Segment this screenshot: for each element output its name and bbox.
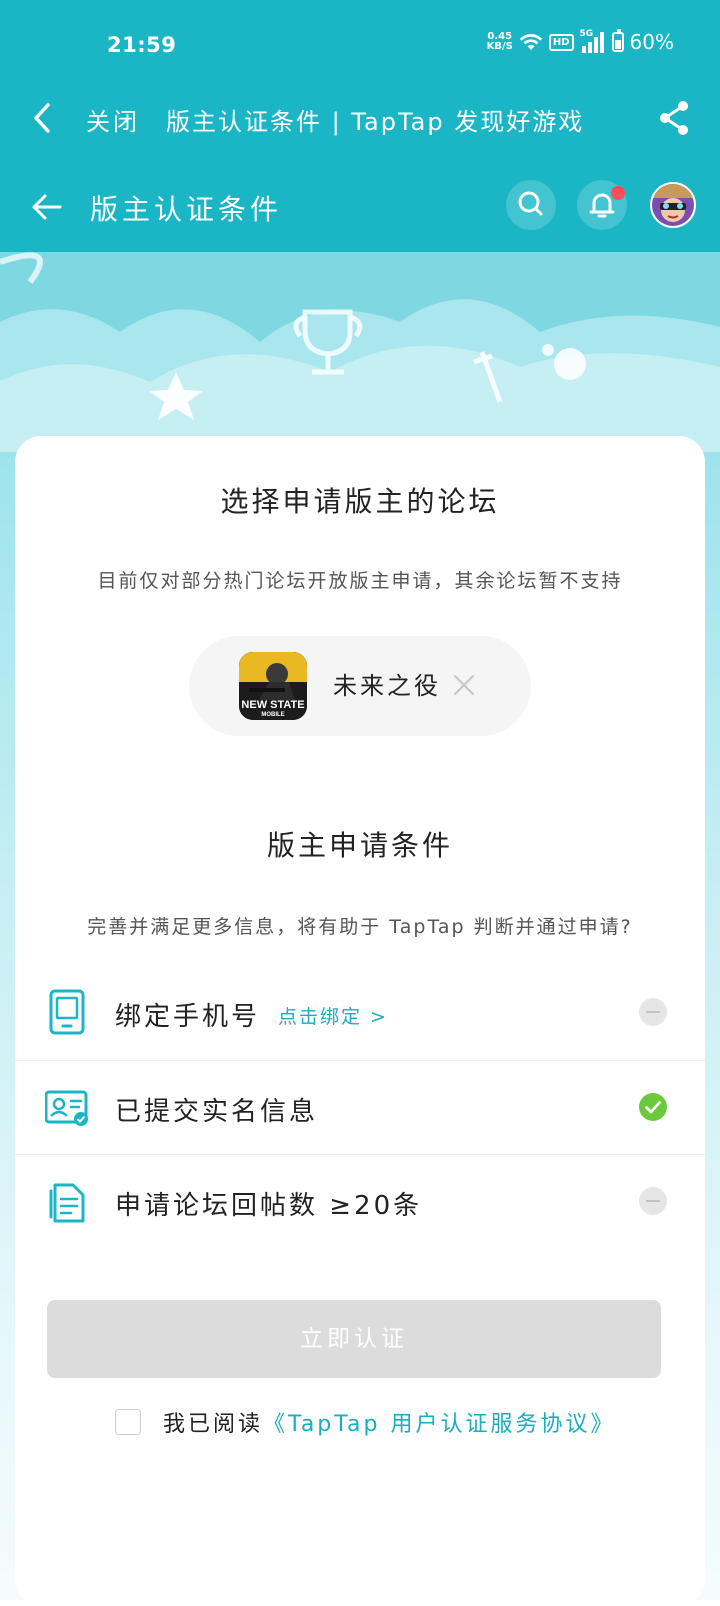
checkmark-icon (639, 1093, 667, 1121)
requirement-row-phone[interactable]: 绑定手机号 点击绑定 > (15, 966, 705, 1060)
conditions-section-description: 完善并满足更多信息，将有助于 TapTap 判断并通过申请? (87, 916, 633, 938)
requirement-label: 已提交实名信息 (115, 1097, 319, 1127)
status-bar: 21:59 0.45 KB/S HD 5G 60% (0, 0, 720, 90)
certification-card: 选择申请版主的论坛 目前仅对部分热门论坛开放版主申请，其余论坛暂不支持 NEW … (15, 436, 705, 1606)
hd-badge: HD (548, 33, 574, 51)
agreement-prefix: 我已阅读 (163, 1412, 264, 1437)
search-button[interactable] (506, 180, 556, 230)
notification-dot (611, 186, 625, 200)
page-header: 版主认证条件 (0, 180, 720, 236)
id-card-icon (45, 1090, 88, 1126)
webview-titlebar: 关闭 版主认证条件 | TapTap 发现好游戏 (0, 90, 720, 146)
agreement-link[interactable]: 《TapTap 用户认证服务协议》 (263, 1412, 615, 1437)
phone-icon (49, 989, 85, 1035)
battery-level: 60% (629, 30, 674, 54)
game-icon-subtext: MOBILE (261, 712, 284, 718)
cellular-signal-icon: 5G (579, 29, 606, 53)
arrow-left-icon[interactable] (30, 190, 64, 224)
share-icon[interactable] (656, 98, 692, 138)
conditions-section-title: 版主申请条件 (266, 829, 453, 862)
requirement-row-real-name: 已提交实名信息 (15, 1060, 705, 1155)
selected-forum-chip[interactable]: NEW STATE MOBILE 未来之役 (189, 636, 531, 736)
game-name: 未来之役 (333, 672, 441, 700)
network-type-label: 5G (579, 29, 594, 39)
forum-section-description: 目前仅对部分热门论坛开放版主申请，其余论坛暂不支持 (97, 570, 623, 592)
bind-phone-link[interactable]: 点击绑定 > (278, 1002, 388, 1029)
verify-now-button[interactable]: 立即认证 (47, 1300, 661, 1378)
header-banner-illustration (0, 252, 720, 452)
agreement-row: 我已阅读《TapTap 用户认证服务协议》 (115, 1406, 635, 1442)
game-icon: NEW STATE MOBILE (239, 652, 307, 720)
chevron-left-icon[interactable] (28, 100, 56, 136)
status-time: 21:59 (107, 33, 177, 57)
status-icons: 0.45 KB/S HD 5G 60% (487, 29, 674, 54)
search-icon (518, 191, 543, 216)
requirement-label: 绑定手机号 (115, 1002, 261, 1032)
status-pending-icon (639, 1187, 667, 1215)
wifi-icon (519, 34, 543, 50)
close-button[interactable]: 关闭 (86, 102, 140, 137)
game-icon-text: NEW STATE (241, 699, 304, 711)
notification-button[interactable] (577, 180, 627, 230)
forum-section-title: 选择申请版主的论坛 (220, 485, 500, 518)
network-speed: 0.45 KB/S (487, 32, 513, 52)
agreement-text: 我已阅读《TapTap 用户认证服务协议》 (163, 1406, 616, 1438)
avatar[interactable] (650, 182, 696, 228)
cloud-decoration-icon (0, 252, 720, 452)
document-icon (49, 1183, 85, 1223)
user-avatar-icon (652, 184, 694, 226)
requirement-row-reply-count: 申请论坛回帖数 ≥20条 (15, 1154, 705, 1249)
agreement-checkbox[interactable] (115, 1409, 141, 1435)
requirement-label: 申请论坛回帖数 ≥20条 (115, 1191, 423, 1221)
page-title: 版主认证条件 (90, 193, 283, 226)
status-pending-icon (639, 998, 667, 1026)
network-speed-unit: KB/S (486, 41, 513, 52)
webview-title: 版主认证条件 | TapTap 发现好游戏 (166, 108, 585, 136)
battery-icon (611, 29, 624, 52)
close-icon[interactable] (451, 672, 477, 698)
